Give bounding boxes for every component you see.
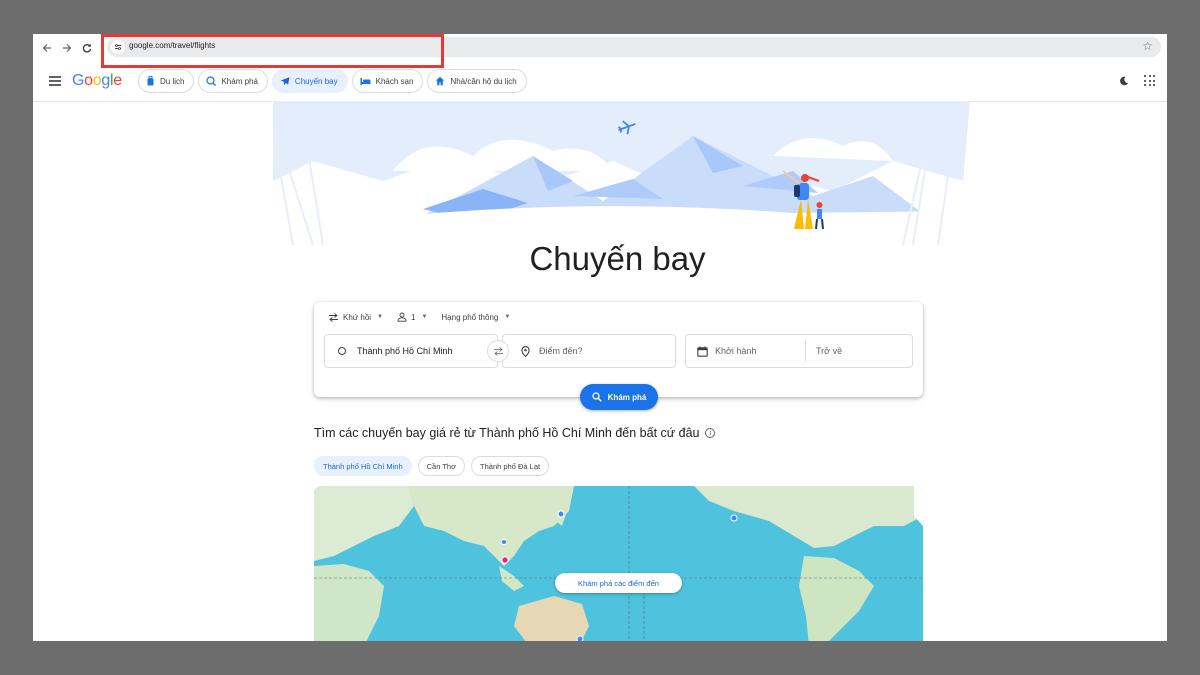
- destination-placeholder: Điểm đến?: [539, 346, 583, 356]
- flight-search-card: Khứ hồi ▼ 1 ▼ Hạng phổ thông ▼ Thành phố…: [314, 302, 923, 410]
- browser-toolbar: google.com/travel/flights ☆: [33, 34, 1167, 68]
- hero-illustration: [273, 101, 970, 245]
- search-options: Khứ hồi ▼ 1 ▼ Hạng phổ thông ▼: [328, 312, 524, 322]
- back-button[interactable]: [37, 38, 57, 58]
- return-date-field[interactable]: Trở về: [816, 346, 842, 356]
- tab-hotels-label: Khách sạn: [375, 76, 414, 86]
- browser-window: google.com/travel/flights ☆ Google Du lị…: [33, 34, 1167, 641]
- google-header: Google Du lịch Khám phá Chuyến bay Khách…: [33, 62, 1167, 102]
- origin-input[interactable]: Thành phố Hồ Chí Minh: [324, 334, 498, 368]
- origin-value: Thành phố Hồ Chí Minh: [357, 346, 453, 356]
- tab-vacation-rentals-label: Nhà/căn hộ du lịch: [450, 76, 517, 86]
- map-pin[interactable]: [501, 539, 507, 545]
- swap-origin-destination-button[interactable]: [487, 340, 509, 362]
- swap-arrows-icon: [329, 312, 338, 322]
- chevron-down-icon: ▼: [504, 314, 511, 320]
- tab-travel[interactable]: Du lịch: [138, 69, 195, 93]
- swap-icon: [493, 346, 503, 356]
- date-divider: [805, 340, 806, 362]
- arrow-right-icon: [63, 43, 72, 52]
- tab-flights-label: Chuyến bay: [294, 76, 338, 86]
- passenger-select[interactable]: 1 ▼: [397, 312, 427, 322]
- map-pin[interactable]: [730, 514, 738, 522]
- chevron-down-icon: ▼: [421, 314, 428, 320]
- explore-button-label: Khám phá: [607, 392, 647, 402]
- explore-destinations-button[interactable]: Khám phá các điểm đến: [555, 573, 682, 593]
- cabin-class-select[interactable]: Hạng phổ thông ▼: [441, 313, 510, 322]
- bed-icon: [360, 77, 371, 85]
- suitcase-icon: [147, 76, 154, 86]
- bookmark-star-icon[interactable]: ☆: [1142, 39, 1153, 53]
- plane-icon: [280, 77, 290, 86]
- tab-explore-label: Khám phá: [221, 76, 258, 86]
- tab-explore[interactable]: Khám phá: [198, 69, 268, 93]
- explore-icon: [206, 76, 217, 86]
- tab-flights[interactable]: Chuyến bay: [271, 69, 348, 93]
- site-settings-button[interactable]: [111, 40, 125, 54]
- map-pin[interactable]: [576, 635, 584, 641]
- tab-hotels[interactable]: Khách sạn: [351, 69, 424, 93]
- date-range-input: Khởi hành Trở về: [685, 334, 913, 368]
- reload-icon: [82, 43, 92, 53]
- tune-icon: [115, 44, 121, 50]
- trip-type-select[interactable]: Khứ hồi ▼: [328, 313, 383, 322]
- city-chip-da-lat[interactable]: Thành phố Đà Lạt: [471, 456, 550, 476]
- address-bar[interactable]: google.com/travel/flights ☆: [107, 37, 1161, 57]
- location-pin-icon: [521, 345, 530, 357]
- city-chip-can-tho[interactable]: Cần Thơ: [417, 456, 466, 476]
- search-icon: [592, 392, 602, 402]
- origin-circle-icon: [338, 347, 346, 355]
- depart-date-field[interactable]: Khởi hành: [715, 346, 795, 356]
- person-icon: [397, 312, 407, 322]
- origin-map-pin[interactable]: [501, 556, 509, 564]
- page-title: Chuyến bay: [529, 240, 706, 277]
- cabin-class-label: Hạng phổ thông: [441, 312, 499, 322]
- passenger-count: 1: [411, 312, 416, 322]
- cheap-flights-heading: Tìm các chuyến bay giá rẻ từ Thành phố H…: [314, 426, 716, 440]
- cheap-flights-title: Tìm các chuyến bay giá rẻ từ Thành phố H…: [314, 426, 700, 440]
- destination-input[interactable]: Điểm đến?: [502, 334, 676, 368]
- world-map: [314, 486, 923, 641]
- url-text[interactable]: google.com/travel/flights: [129, 41, 215, 50]
- city-chip-hcm[interactable]: Thành phố Hồ Chí Minh: [314, 456, 412, 476]
- google-apps-grid-icon[interactable]: [1144, 75, 1155, 86]
- explore-search-button[interactable]: Khám phá: [580, 384, 658, 410]
- hamburger-menu-icon[interactable]: [49, 76, 61, 86]
- destination-map[interactable]: Khám phá các điểm đến: [314, 486, 923, 641]
- calendar-icon: [697, 346, 708, 357]
- tab-vacation-rentals[interactable]: Nhà/căn hộ du lịch: [427, 69, 527, 93]
- chevron-down-icon: ▼: [377, 314, 383, 320]
- info-icon[interactable]: i: [705, 428, 716, 438]
- travel-tabs: Du lịch Khám phá Chuyến bay Khách sạn Nh…: [138, 69, 527, 93]
- reload-button[interactable]: [77, 38, 97, 58]
- map-pin[interactable]: [557, 510, 565, 518]
- dark-mode-moon-icon[interactable]: [1119, 76, 1129, 86]
- house-icon: [436, 76, 445, 86]
- trip-type-label: Khứ hồi: [343, 312, 372, 322]
- tab-travel-label: Du lịch: [160, 76, 185, 86]
- origin-city-chips: Thành phố Hồ Chí Minh Cần Thơ Thành phố …: [314, 456, 550, 476]
- google-logo[interactable]: Google: [72, 72, 122, 90]
- arrow-left-icon: [42, 43, 51, 52]
- forward-button[interactable]: [57, 38, 77, 58]
